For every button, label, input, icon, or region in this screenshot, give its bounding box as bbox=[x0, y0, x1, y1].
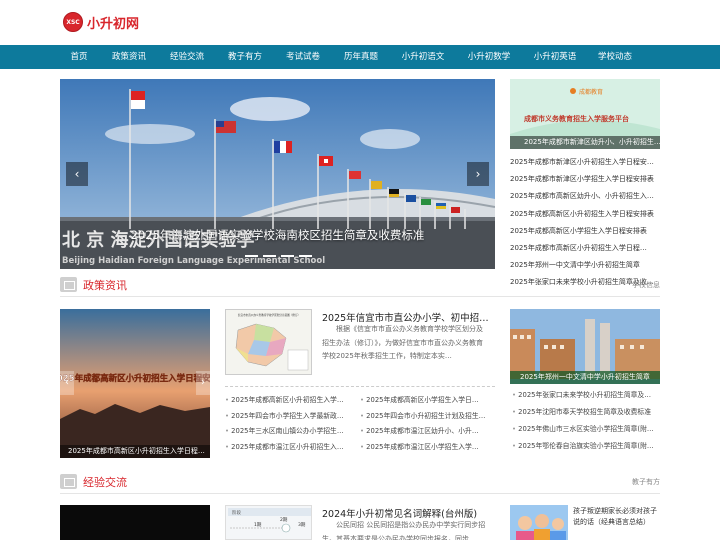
hero-prev-button[interactable]: ‹ bbox=[66, 162, 88, 186]
hero-dot[interactable] bbox=[281, 255, 294, 257]
logo-name: 小升初网 bbox=[87, 16, 140, 32]
site-header: XSC 小升初网 bbox=[0, 0, 720, 45]
policy-right-list: 2025年张家口未来学校小升初招生简章及… 2025年沈阳市奉天学校招生简章及收… bbox=[512, 387, 660, 455]
list-item[interactable]: 2025年成都高新区小升初招生入学… bbox=[225, 393, 355, 409]
experience-article-desc: 公民同招 公民同招是指公办民办中学实行同步招生。其基本要求是公办民办学校同步报名… bbox=[322, 521, 486, 540]
nav-home[interactable]: 首页 bbox=[58, 45, 100, 69]
map-title: 信宜市市直公办义务教育学校学区划分示意图（修订） bbox=[238, 313, 300, 317]
section-more-link[interactable]: 教子有方 bbox=[632, 477, 660, 487]
right-banner-title: 成都市义务教育招生入学服务平台 bbox=[524, 114, 629, 123]
policy-list-right: 2025年成都高新区小学招生入学日… 2025年四会市小升初招生计划及招生… 2… bbox=[360, 393, 495, 455]
policy-article-desc: 根据《信宜市市直公办义务教育学校学区划分及招生办法（修订）》，为做好信宜市市直公… bbox=[322, 325, 483, 360]
list-item[interactable]: 2025年成都市新津区小升初招生入学日程安… bbox=[510, 154, 660, 171]
nav-english[interactable]: 小升初英语 bbox=[522, 45, 588, 69]
policy-article-map[interactable]: 信宜市市直公办义务教育学校学区划分示意图（修订） bbox=[225, 309, 312, 375]
policy-thumb-caption[interactable]: 2025年成都市高新区小升初招生入学日程… bbox=[60, 445, 210, 458]
policy-thumb-overlay: 2025年成都高新区小升初招生入学日程安排 bbox=[60, 373, 210, 384]
list-item[interactable]: 2025年成都高新区小升初招生入学日程安排表 bbox=[510, 206, 660, 223]
policy-right-thumb-caption[interactable]: 2025年郑州一中文清中学小升初招生简章 bbox=[510, 371, 660, 384]
right-banner-caption[interactable]: 2025年成都市新津区幼升小、小升初招生… bbox=[510, 136, 660, 149]
policy-feature-thumb[interactable]: 2025年成都高新区小升初招生入学日程安排 ‹ › 2025年成都市高新区小升初… bbox=[60, 309, 210, 458]
nav-chinese[interactable]: 小升初语文 bbox=[390, 45, 456, 69]
list-item[interactable]: 2025年成都市高新区小升初招生入学日程… bbox=[510, 240, 660, 257]
section-policy-header: 政策资讯 学校信息 bbox=[60, 275, 660, 297]
nav-policy[interactable]: 政策资讯 bbox=[100, 45, 158, 69]
hero-caption[interactable]: 2025年海淀外国语实验学校海南校区招生简章及收费标准 bbox=[60, 227, 495, 243]
hero-dot[interactable] bbox=[299, 255, 312, 257]
district-map-image: 信宜市市直公办义务教育学校学区划分示意图（修订） bbox=[226, 310, 311, 374]
policy-feature-image: 2025年成都高新区小升初招生入学日程安排 bbox=[60, 309, 210, 458]
nav-school-news[interactable]: 学校动态 bbox=[588, 45, 642, 69]
hero-building-pinyin: Beijing Haidian Foreign Language Experim… bbox=[62, 256, 325, 266]
policy-list-left: 2025年成都高新区小升初招生入学… 2025年四会市小学招生入学最新政… 20… bbox=[225, 393, 355, 455]
flow-chart-image: 阶段 1期 2期 3期 bbox=[228, 508, 311, 533]
list-item[interactable]: 2025年成都市新津区小学招生入学日程安排表 bbox=[510, 171, 660, 188]
thumb-next-button[interactable]: › bbox=[196, 371, 210, 395]
flow-step-label: 阶段 bbox=[232, 509, 241, 516]
hero-dot[interactable] bbox=[263, 255, 276, 257]
hero-carousel[interactable]: 北 京 海淀外国语实验学 Beijing Haidian Foreign Lan… bbox=[60, 79, 495, 269]
list-item[interactable]: 2025年郑州一中文清中学小升初招生简章 bbox=[510, 257, 660, 274]
list-item[interactable]: 2025年四会市小升初招生计划及招生… bbox=[360, 409, 495, 425]
hero-dot[interactable] bbox=[245, 255, 258, 257]
experience-article-title[interactable]: 2024年小升初常见名词解释(台州版) bbox=[322, 506, 477, 520]
flow-step: 3期 bbox=[298, 522, 306, 528]
nav-exam-papers[interactable]: 考试试卷 bbox=[274, 45, 332, 69]
list-item[interactable]: 2025年成都高新区小学招生入学日… bbox=[360, 393, 495, 409]
main-nav: 首页 政策资讯 经验交流 教子有方 考试试卷 历年真题 小升初语文 小升初数学 … bbox=[0, 45, 720, 69]
flow-step: 1期 bbox=[254, 522, 262, 528]
list-item[interactable]: 2025年沈阳市奉天学校招生简章及收费标准 bbox=[512, 404, 660, 421]
list-item[interactable]: 2025年成都市温江区小升初招生入… bbox=[225, 440, 355, 456]
children-photo-image bbox=[510, 505, 568, 540]
experience-right-thumb[interactable] bbox=[510, 505, 568, 540]
divider bbox=[225, 386, 495, 387]
list-item[interactable]: 2025年三水区南山镇公办小学招生… bbox=[225, 424, 355, 440]
list-item[interactable]: 2025年鄂伦春自治旗实验小学招生简章(附… bbox=[512, 438, 660, 455]
right-banner[interactable]: 成都教育 成都市义务教育招生入学服务平台 2025年成都市新津区幼升小、小升初招… bbox=[510, 79, 660, 149]
hero-next-button[interactable]: › bbox=[467, 162, 489, 186]
flow-step: 2期 bbox=[280, 517, 288, 523]
section-title[interactable]: 经验交流 bbox=[83, 474, 127, 490]
list-item[interactable]: 2025年成都市高新区幼升小、小升初招生入… bbox=[510, 188, 660, 205]
policy-right-thumb[interactable]: 2025年郑州一中文清中学小升初招生简章 bbox=[510, 309, 660, 384]
nav-parenting[interactable]: 教子有方 bbox=[216, 45, 274, 69]
experience-feature-thumb[interactable] bbox=[60, 505, 210, 540]
section-experience-header: 经验交流 教子有方 bbox=[60, 472, 660, 494]
section-title[interactable]: 政策资讯 bbox=[83, 277, 127, 293]
section-icon bbox=[60, 474, 77, 489]
list-item[interactable]: 2025年张家口未来学校小升初招生简章及… bbox=[512, 387, 660, 404]
logo-badge: XSC bbox=[63, 12, 83, 32]
list-item[interactable]: 2025年成都市温江区幼升小、小升… bbox=[360, 424, 495, 440]
nav-past-exams[interactable]: 历年真题 bbox=[332, 45, 390, 69]
nav-experience[interactable]: 经验交流 bbox=[158, 45, 216, 69]
experience-article-image[interactable]: 阶段 1期 2期 3期 bbox=[225, 505, 312, 540]
list-item[interactable]: 2025年成都高新区小学招生入学日程安排表 bbox=[510, 223, 660, 240]
nav-math[interactable]: 小升初数学 bbox=[456, 45, 522, 69]
list-item[interactable]: 2025年佛山市三水区实验小学招生简章(附… bbox=[512, 421, 660, 438]
thumb-prev-button[interactable]: ‹ bbox=[60, 371, 74, 395]
section-more-link[interactable]: 学校信息 bbox=[632, 280, 660, 290]
experience-right-title[interactable]: 孩子叛逆期家长必须对孩子说的话（经典语言总结） bbox=[573, 506, 661, 528]
site-logo[interactable]: XSC 小升初网 bbox=[63, 12, 139, 32]
list-item[interactable]: 2025年四会市小学招生入学最新政… bbox=[225, 409, 355, 425]
right-banner-brand: 成都教育 bbox=[579, 88, 603, 96]
list-item[interactable]: 2025年成都市温江区小学招生入学… bbox=[360, 440, 495, 456]
hero-pagination bbox=[245, 255, 312, 257]
section-icon bbox=[60, 277, 77, 292]
right-news-list: 2025年成都市新津区小升初招生入学日程安… 2025年成都市新津区小学招生入学… bbox=[510, 154, 660, 292]
policy-article-title[interactable]: 2025年信宜市市直公办小学、初中招… bbox=[322, 310, 489, 324]
